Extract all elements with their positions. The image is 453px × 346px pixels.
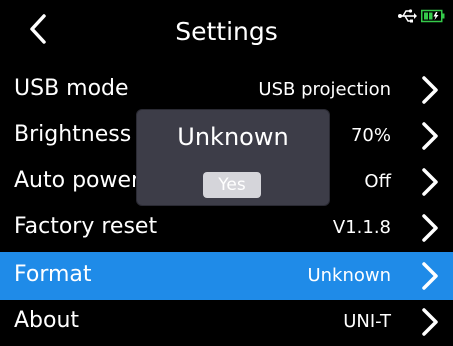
confirm-dialog: Unknown Yes bbox=[137, 110, 329, 205]
usb-icon bbox=[398, 9, 417, 23]
chevron-right-icon bbox=[422, 76, 438, 104]
chevron-right-icon bbox=[422, 262, 438, 290]
settings-row-about[interactable]: About UNI-T bbox=[0, 298, 453, 346]
row-label: About bbox=[14, 308, 80, 333]
page-title: Settings bbox=[175, 17, 278, 46]
chevron-right-icon bbox=[422, 122, 438, 150]
row-value: USB projection bbox=[258, 79, 391, 100]
dialog-title: Unknown bbox=[177, 123, 289, 151]
settings-row-format[interactable]: Format Unknown bbox=[0, 252, 453, 300]
row-value: 70% bbox=[350, 125, 391, 146]
row-value: Unknown bbox=[307, 265, 391, 286]
row-value: V1.1.8 bbox=[332, 217, 391, 238]
settings-row-usb-mode[interactable]: USB mode USB projection bbox=[0, 66, 453, 114]
row-label: Format bbox=[14, 262, 92, 287]
row-label: Brightness bbox=[14, 122, 132, 147]
row-value: Off bbox=[364, 171, 391, 192]
row-label: USB mode bbox=[14, 76, 129, 101]
header-bar: Settings bbox=[0, 0, 453, 62]
battery-charging-icon bbox=[421, 9, 445, 23]
settings-row-factory-reset[interactable]: Factory reset V1.1.8 bbox=[0, 204, 453, 252]
status-icons bbox=[397, 4, 445, 28]
row-label: Factory reset bbox=[14, 214, 158, 239]
chevron-right-icon bbox=[422, 214, 438, 242]
row-value: UNI-T bbox=[343, 311, 391, 332]
chevron-right-icon bbox=[422, 168, 438, 196]
chevron-right-icon bbox=[422, 308, 438, 336]
yes-button[interactable]: Yes bbox=[203, 172, 261, 198]
